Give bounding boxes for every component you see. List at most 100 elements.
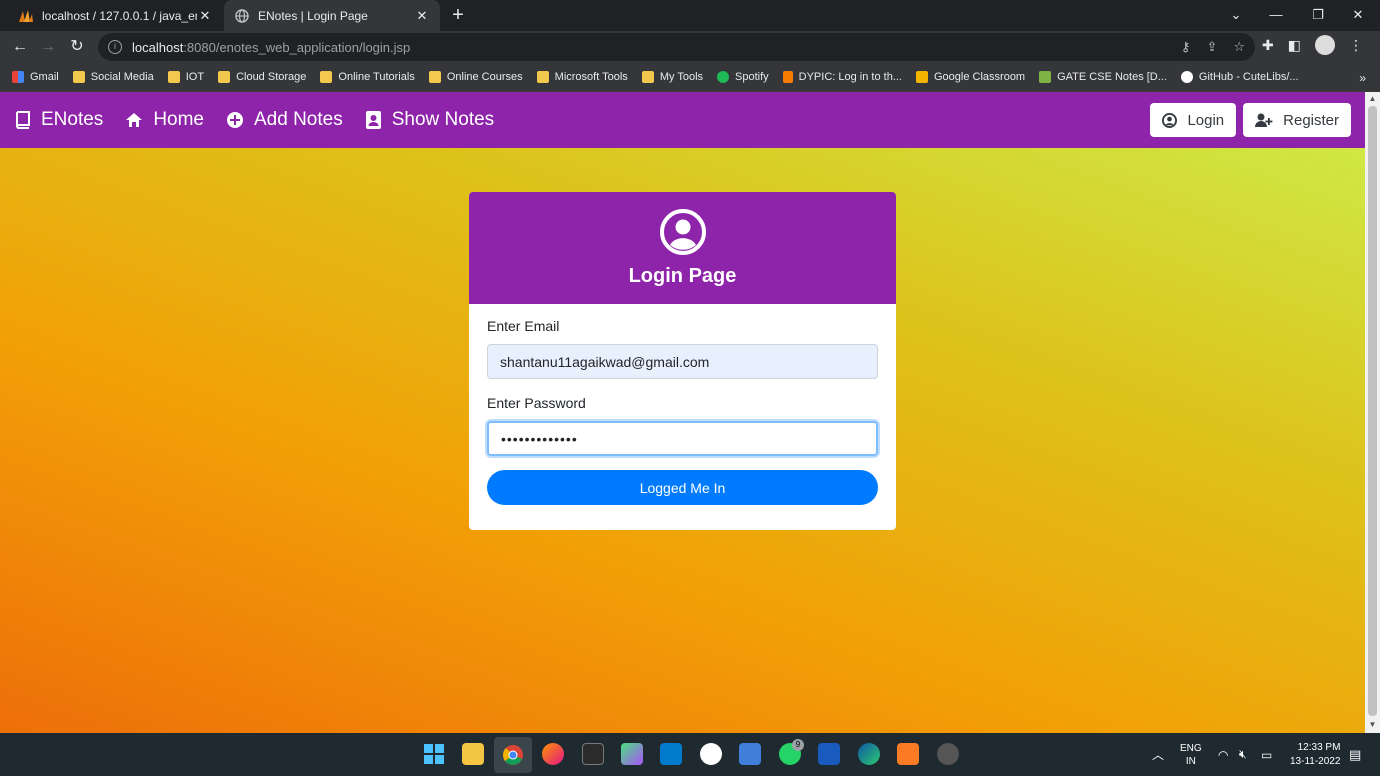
login-card: Login Page Enter Email Enter Password Lo…	[469, 192, 896, 530]
bookmark-online-tutorials[interactable]: Online Tutorials	[320, 71, 415, 83]
scroll-up-arrow-icon[interactable]: ▲	[1365, 94, 1380, 103]
folder-icon	[72, 71, 85, 83]
brand-link[interactable]: ENotes	[14, 109, 103, 131]
bookmark-my-tools[interactable]: My Tools	[641, 71, 703, 83]
menu-icon[interactable]: ⋮	[1349, 37, 1363, 54]
password-label: Enter Password	[487, 395, 586, 411]
bookmark-microsoft-tools[interactable]: Microsoft Tools	[536, 71, 628, 83]
url-text: localhost:8080/enotes_web_application/lo…	[132, 39, 411, 55]
nav-add-notes[interactable]: Add Notes	[226, 109, 343, 131]
xampp-icon[interactable]	[897, 743, 919, 765]
new-tab-button[interactable]: +	[447, 4, 469, 26]
email-field[interactable]	[487, 344, 878, 379]
app-circle-icon[interactable]	[700, 743, 722, 765]
gmail-icon	[12, 71, 24, 83]
close-tab-icon[interactable]: ✕	[414, 8, 430, 24]
bookmark-gmail[interactable]: Gmail	[12, 71, 59, 83]
tab-enotes-login[interactable]: ENotes | Login Page ✕	[224, 0, 440, 31]
nav-show-notes-label: Show Notes	[391, 109, 495, 130]
notification-icon[interactable]: ▤	[1349, 733, 1361, 776]
register-button[interactable]: Register	[1243, 103, 1351, 137]
user-plus-icon	[1255, 113, 1273, 128]
wifi-icon[interactable]: ◠	[1218, 733, 1228, 776]
scroll-down-arrow-icon[interactable]: ▼	[1365, 720, 1380, 729]
mute-speaker-icon[interactable]: 🔇︎	[1239, 733, 1247, 776]
key-icon[interactable]: ⚷	[1181, 39, 1191, 55]
home-icon	[125, 112, 143, 128]
settings-icon[interactable]	[937, 743, 959, 765]
folder-icon	[536, 71, 549, 83]
login-button-label: Login	[1187, 111, 1225, 129]
folder-icon	[218, 71, 231, 83]
side-panel-icon[interactable]: ◧	[1288, 37, 1301, 54]
address-bar[interactable]: i localhost:8080/enotes_web_application/…	[98, 33, 1255, 61]
email-label: Enter Email	[487, 318, 560, 334]
tab-phpmyadmin[interactable]: localhost / 127.0.0.1 / java_enote ✕	[8, 0, 223, 31]
folder-icon	[641, 71, 654, 83]
address-book-icon	[365, 110, 382, 130]
brand-name: ENotes	[41, 109, 104, 130]
folder-icon	[428, 71, 441, 83]
word-icon[interactable]	[818, 743, 840, 765]
back-arrow-icon[interactable]: ←	[8, 35, 32, 59]
password-field[interactable]	[487, 421, 878, 456]
login-title: Login Page	[628, 264, 737, 287]
language-indicator[interactable]: ENG IN	[1180, 733, 1202, 776]
page-scrollbar[interactable]: ▲ ▼	[1365, 92, 1380, 733]
bookmark-gate-cse-notes[interactable]: GATE CSE Notes [D...	[1039, 71, 1167, 83]
site-info-icon[interactable]: i	[108, 40, 122, 54]
vscode-icon[interactable]	[660, 743, 682, 765]
browser-toolbar: ← → ↻ i localhost:8080/enotes_web_applic…	[0, 31, 1380, 63]
forward-arrow-icon[interactable]: →	[36, 35, 60, 59]
share-icon[interactable]: ⇪	[1206, 39, 1217, 55]
close-window-button[interactable]: ✕	[1338, 0, 1378, 31]
nav-home-label: Home	[153, 109, 204, 130]
bookmark-online-courses[interactable]: Online Courses	[428, 71, 523, 83]
bookmark-social-media[interactable]: Social Media	[72, 71, 154, 83]
close-tab-icon[interactable]: ✕	[197, 8, 213, 24]
notepad-icon[interactable]	[739, 743, 761, 765]
login-card-header: Login Page	[469, 192, 896, 304]
login-button[interactable]: Login	[1150, 103, 1237, 137]
profile-avatar[interactable]	[1314, 35, 1335, 55]
bookmarks-bar: Gmail Social Media IOT Cloud Storage Onl…	[0, 63, 1380, 92]
nav-show-notes[interactable]: Show Notes	[365, 109, 494, 131]
bookmark-github[interactable]: GitHub - CuteLibs/...	[1180, 71, 1299, 83]
minimize-button[interactable]: —	[1256, 0, 1296, 31]
bookmark-google-classroom[interactable]: Google Classroom	[916, 71, 1025, 83]
show-hidden-icons-icon[interactable]: ︿	[1152, 733, 1164, 776]
firefox-icon[interactable]	[542, 743, 564, 765]
start-icon[interactable]	[423, 743, 445, 765]
dev-tool-icon[interactable]	[621, 743, 643, 765]
scrollbar-thumb[interactable]	[1368, 106, 1377, 716]
windows-taskbar: 9 ︿ ENG IN ◠ 🔇︎ ▭ 12:33 PM 13-11-2022 ▤	[0, 733, 1380, 776]
tab-search-icon[interactable]: ⌄	[1216, 0, 1256, 31]
bookmark-cloud-storage[interactable]: Cloud Storage	[218, 71, 306, 83]
edge-icon[interactable]	[858, 743, 880, 765]
chrome-taskbar-active[interactable]	[494, 737, 532, 773]
star-icon[interactable]: ☆	[1233, 39, 1245, 55]
extensions-icon[interactable]: ✚	[1262, 37, 1274, 54]
reload-icon[interactable]: ↻	[65, 35, 89, 59]
bookmark-iot[interactable]: IOT	[167, 71, 204, 83]
book-icon	[14, 111, 31, 129]
nav-home[interactable]: Home	[125, 109, 204, 131]
bookmarks-overflow-icon[interactable]: »	[1359, 71, 1366, 85]
bookmark-dypic[interactable]: DYPIC: Log in to th...	[782, 71, 902, 83]
login-form: Enter Email Enter Password Logged Me In	[469, 304, 896, 519]
login-submit-button[interactable]: Logged Me In	[487, 470, 878, 505]
file-explorer-icon[interactable]	[462, 743, 484, 765]
folder-icon	[167, 71, 180, 83]
whatsapp-badge: 9	[792, 739, 804, 751]
battery-icon[interactable]: ▭	[1261, 733, 1272, 776]
plus-circle-icon	[226, 111, 244, 129]
spotify-icon	[717, 71, 730, 83]
bookmark-spotify[interactable]: Spotify	[717, 71, 769, 83]
nav-add-notes-label: Add Notes	[254, 109, 343, 130]
clock[interactable]: 12:33 PM 13-11-2022	[1290, 733, 1340, 776]
github-icon	[1180, 71, 1193, 83]
dypic-icon	[782, 71, 793, 83]
register-button-label: Register	[1283, 111, 1339, 129]
terminal-icon[interactable]	[582, 743, 604, 765]
restore-button[interactable]: ❐	[1298, 0, 1338, 31]
